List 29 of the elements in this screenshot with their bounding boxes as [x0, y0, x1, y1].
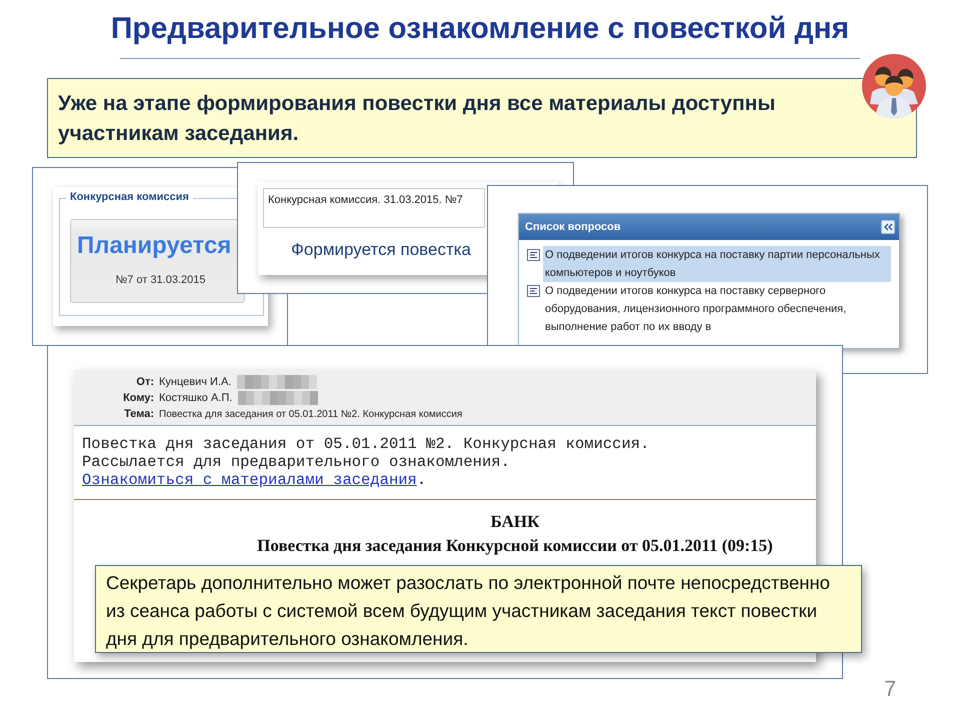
- header-value: Костяшко А.П.: [159, 392, 232, 404]
- email-link[interactable]: Ознакомиться с материалами заседания: [82, 471, 417, 489]
- document-icon: [527, 285, 540, 297]
- email-text: Рассылается для предварительного ознакомления.: [82, 453, 511, 471]
- collapse-button[interactable]: [881, 220, 895, 234]
- meeting-number: №7 от 31.03.2015: [114, 274, 206, 286]
- header-value: Повестка для заседания от 05.01.2011 №2. Конкурсная комиссия: [159, 408, 462, 420]
- slide-title: Предварительное ознакомление с повесткой дня: [110, 12, 850, 46]
- callout-text: Секретарь дополнительно может разослать по электронной почте непосредственно из сеанса работы с системой всем будущим участникам заседания текст повестки дня для предварительного ознакомления.: [106, 571, 831, 651]
- document-heading: Повестка дня заседания Конкурсной комиссии от 05.01.2011 (09:15): [256, 536, 774, 556]
- group-label: Конкурсная комиссия: [66, 191, 193, 203]
- email-text: Повестка дня заседания от 05.01.2011 №2. Конкурсная комиссия.: [82, 435, 650, 453]
- organization-name: БАНК: [490, 512, 540, 532]
- status-text: Формируется повестка: [291, 240, 472, 260]
- header-label: Тема:: [123, 408, 155, 420]
- page-number: 7: [884, 676, 896, 702]
- document-icon: [527, 249, 540, 261]
- email-text: .: [416, 471, 426, 489]
- status-text: Планируется: [77, 232, 232, 260]
- list-item[interactable]: О подведении итогов конкурса на поставку серверного оборудования, лицензионного программного обеспечения, выполнение работ по их вводу в: [543, 282, 891, 336]
- text-field[interactable]: Конкурсная комиссия. 31.03.2015. №7: [263, 188, 485, 228]
- header-label: От:: [135, 376, 155, 388]
- double-chevron-icon: [883, 223, 893, 231]
- window-title: Список вопросов: [525, 221, 621, 233]
- header-label: Кому:: [122, 392, 155, 404]
- people-icon: [862, 54, 926, 118]
- header-value: Кунцевич И.А.: [159, 376, 232, 388]
- callout-text: Уже на этапе формирования повестки дня все материалы доступны участникам заседания.: [58, 91, 776, 147]
- list-item[interactable]: О подведении итогов конкурса на поставку партии персональных компьютеров и ноутбуков: [543, 246, 891, 282]
